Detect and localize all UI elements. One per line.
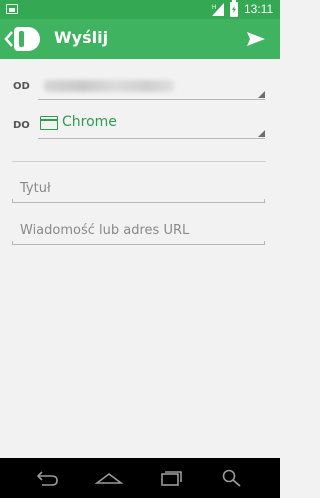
back-icon[interactable] [32,468,62,488]
to-spinner[interactable]: Chrome [38,111,265,139]
page-title: Wyślij [54,28,109,47]
home-icon[interactable] [94,468,124,488]
navigation-bar [0,458,280,498]
message-underline [12,241,265,245]
dropdown-corner-icon [258,130,265,137]
chevron-left-icon [4,31,13,47]
app-bar: Wyślij [0,19,280,59]
from-spinner[interactable] [38,72,265,100]
message-placeholder: Wiadomość lub adres URL [20,223,190,238]
clock: 13:11 [244,2,274,16]
image-icon [6,4,18,14]
to-underline [38,138,265,139]
search-icon[interactable] [218,468,248,488]
title-input[interactable]: Tytuł [12,179,265,203]
title-underline [12,199,265,203]
status-bar: H 13:11 [0,0,280,19]
signal-icon: H [212,3,224,16]
recents-icon[interactable] [156,468,186,488]
to-value: Chrome [62,114,117,130]
title-placeholder: Tytuł [20,181,51,196]
battery-charging-icon [230,0,238,17]
up-navigation-button[interactable] [0,19,46,59]
message-input[interactable]: Wiadomość lub adres URL [12,221,265,245]
send-icon[interactable] [244,27,268,51]
from-underline [38,99,265,100]
from-account-value [44,80,174,92]
dropdown-corner-icon [258,91,265,98]
svg-text:H: H [212,5,216,11]
browser-window-icon [40,116,58,130]
to-label: DO [13,120,30,131]
app-logo-icon [14,27,40,51]
from-label: OD [13,81,30,92]
divider [12,161,266,162]
